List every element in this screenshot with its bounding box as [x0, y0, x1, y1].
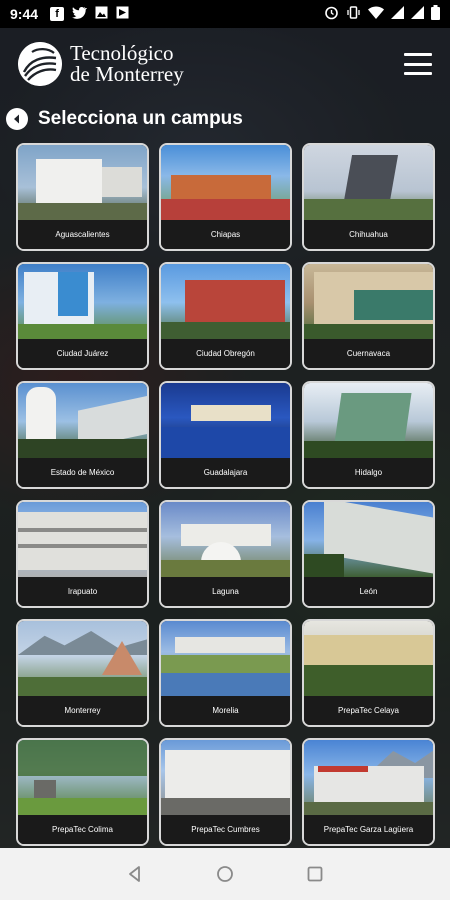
logo-line2: de Monterrey: [70, 62, 184, 86]
campus-label: PrepaTec Colima: [18, 815, 147, 844]
campus-label: Chiapas: [161, 220, 290, 249]
campus-photo: [161, 740, 290, 817]
campus-grid: Aguascalientes Chiapas Chihuahua Ciudad …: [16, 143, 436, 846]
campus-card-guadalajara[interactable]: Guadalajara: [159, 381, 292, 489]
signal-icon: [411, 6, 424, 22]
campus-card-hidalgo[interactable]: Hidalgo: [302, 381, 435, 489]
campus-card-prepatec-colima[interactable]: PrepaTec Colima: [16, 738, 149, 846]
image-icon: [95, 6, 108, 22]
campus-card-irapuato[interactable]: Irapuato: [16, 500, 149, 608]
campus-card-monterrey[interactable]: Monterrey: [16, 619, 149, 727]
campus-card-leon[interactable]: León: [302, 500, 435, 608]
campus-photo: [161, 383, 290, 460]
campus-label: PrepaTec Garza Lagüera: [304, 815, 433, 844]
page-title: Selecciona un campus: [38, 108, 243, 129]
campus-card-ciudad-obregon[interactable]: Ciudad Obregón: [159, 262, 292, 370]
logo-text: Tecnológico de Monterrey: [70, 43, 184, 85]
campus-label: Aguascalientes: [18, 220, 147, 249]
status-time: 9:44: [10, 6, 39, 22]
campus-label: Cuernavaca: [304, 339, 433, 368]
campus-photo: [18, 502, 147, 579]
nav-back-icon[interactable]: [123, 862, 147, 886]
campus-card-chiapas[interactable]: Chiapas: [159, 143, 292, 251]
campus-photo: [304, 502, 433, 579]
notification-icon: [116, 6, 129, 22]
campus-photo: [161, 145, 290, 222]
campus-photo: [161, 502, 290, 579]
signal-icon: [391, 6, 404, 22]
logo-line1: Tecnológico: [70, 41, 174, 65]
campus-photo: [18, 145, 147, 222]
wifi-icon: [368, 6, 384, 22]
campus-card-morelia[interactable]: Morelia: [159, 619, 292, 727]
hamburger-menu-icon[interactable]: [404, 53, 432, 75]
campus-label: PrepaTec Celaya: [304, 696, 433, 725]
alarm-icon: [324, 5, 339, 23]
campus-card-ciudad-juarez[interactable]: Ciudad Juárez: [16, 262, 149, 370]
campus-card-chihuahua[interactable]: Chihuahua: [302, 143, 435, 251]
campus-card-prepatec-cumbres[interactable]: PrepaTec Cumbres: [159, 738, 292, 846]
campus-label: Guadalajara: [161, 458, 290, 487]
battery-icon: [431, 5, 440, 23]
status-bar: 9:44 f: [0, 0, 450, 28]
campus-card-estado-de-mexico[interactable]: Estado de México: [16, 381, 149, 489]
campus-label: Morelia: [161, 696, 290, 725]
campus-label: Ciudad Obregón: [161, 339, 290, 368]
campus-label: León: [304, 577, 433, 606]
campus-card-aguascalientes[interactable]: Aguascalientes: [16, 143, 149, 251]
campus-photo: [304, 383, 433, 460]
campus-photo: [18, 740, 147, 817]
back-arrow-icon[interactable]: [6, 108, 28, 130]
campus-label: Irapuato: [18, 577, 147, 606]
campus-photo: [304, 145, 433, 222]
campus-label: Chihuahua: [304, 220, 433, 249]
nav-home-icon[interactable]: [213, 862, 237, 886]
campus-card-prepatec-garza-laguera[interactable]: PrepaTec Garza Lagüera: [302, 738, 435, 846]
campus-photo: [161, 621, 290, 698]
campus-photo: [304, 621, 433, 698]
app-header: Tecnológico de Monterrey: [0, 28, 450, 100]
campus-photo: [304, 264, 433, 341]
title-row: Selecciona un campus: [6, 104, 243, 134]
campus-card-cuernavaca[interactable]: Cuernavaca: [302, 262, 435, 370]
twitter-icon: [72, 6, 88, 22]
campus-label: Hidalgo: [304, 458, 433, 487]
campus-photo: [18, 264, 147, 341]
facebook-icon: f: [50, 7, 65, 21]
vibrate-icon: [346, 5, 361, 23]
nav-recents-icon[interactable]: [303, 862, 327, 886]
campus-label: Monterrey: [18, 696, 147, 725]
campus-card-prepatec-celaya[interactable]: PrepaTec Celaya: [302, 619, 435, 727]
campus-photo: [18, 621, 147, 698]
campus-card-laguna[interactable]: Laguna: [159, 500, 292, 608]
campus-photo: [304, 740, 433, 817]
campus-label: Estado de México: [18, 458, 147, 487]
logo-icon: [18, 42, 62, 86]
campus-photo: [18, 383, 147, 460]
system-nav-bar: [0, 848, 450, 900]
campus-label: PrepaTec Cumbres: [161, 815, 290, 844]
campus-label: Ciudad Juárez: [18, 339, 147, 368]
campus-photo: [161, 264, 290, 341]
campus-label: Laguna: [161, 577, 290, 606]
